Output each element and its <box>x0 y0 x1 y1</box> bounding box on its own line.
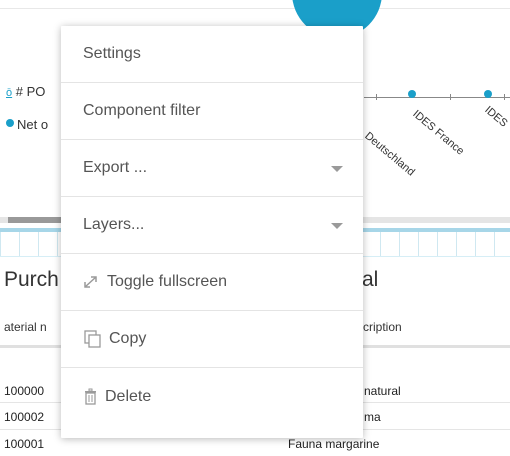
context-menu: Settings Component filter Export ... Lay… <box>61 26 363 438</box>
chart-top-border <box>0 8 510 9</box>
menu-item-label: Layers... <box>83 216 145 233</box>
table-title: Purch <box>4 268 59 291</box>
trash-icon <box>83 388 99 406</box>
x-axis-tick <box>376 94 377 100</box>
scrollbar-thumb[interactable] <box>8 217 68 223</box>
x-axis-tick <box>504 94 505 100</box>
menu-item-label: Settings <box>83 45 141 62</box>
menu-item-label: Delete <box>105 387 152 405</box>
x-axis-tick <box>450 94 451 100</box>
menu-item-label: Export ... <box>83 159 148 176</box>
x-tick-label: Deutschland <box>362 130 417 179</box>
expand-icon <box>81 273 101 291</box>
menu-item-settings[interactable]: Settings <box>61 26 363 83</box>
cell-description[interactable]: natural <box>364 384 401 398</box>
legend-dot <box>6 119 14 127</box>
legend-po[interactable]: ō # PO <box>6 84 45 99</box>
menu-item-layers[interactable]: Layers... <box>61 197 363 254</box>
column-header-description[interactable]: scription <box>357 320 402 334</box>
legend-link[interactable]: ō <box>6 87 12 99</box>
menu-item-label: Copy <box>109 330 147 347</box>
menu-item-component-filter[interactable]: Component filter <box>61 83 363 140</box>
menu-item-export[interactable]: Export ... <box>61 140 363 197</box>
caret-down-icon <box>331 223 343 229</box>
menu-item-delete[interactable]: Delete <box>61 368 363 425</box>
legend-po-label: # PO <box>15 84 46 99</box>
menu-item-label: Toggle fullscreen <box>107 273 228 290</box>
cell-material[interactable]: 100000 <box>4 384 44 398</box>
menu-item-toggle-fullscreen[interactable]: Toggle fullscreen <box>61 254 363 311</box>
cell-material[interactable]: 100002 <box>4 410 44 424</box>
legend-net-label: Net o <box>17 117 49 132</box>
cell-description[interactable]: ma <box>364 410 381 424</box>
table-title-suffix: al <box>362 268 379 291</box>
menu-item-copy[interactable]: Copy <box>61 311 363 368</box>
cell-material[interactable]: 100001 <box>4 437 44 451</box>
x-tick-label: IDES France <box>410 108 467 158</box>
legend-net[interactable]: Net o <box>6 117 48 132</box>
column-header-material[interactable]: aterial n <box>4 320 47 334</box>
copy-icon <box>83 330 103 348</box>
x-tick-label: IDES <box>482 104 510 130</box>
data-point[interactable] <box>408 90 416 98</box>
menu-item-label: Component filter <box>83 102 201 119</box>
caret-down-icon <box>331 166 343 172</box>
data-point[interactable] <box>484 90 492 98</box>
cell-description[interactable]: Fauna margarine <box>288 437 379 451</box>
